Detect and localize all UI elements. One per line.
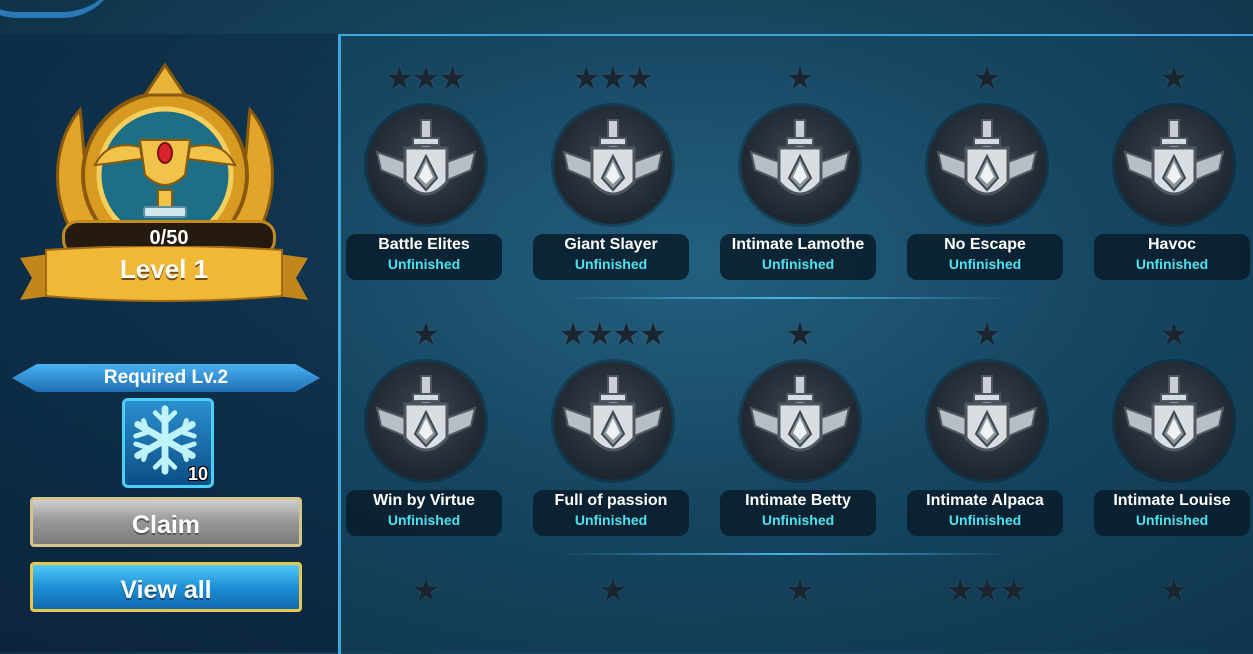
- star-icon: ★: [384, 60, 414, 96]
- medal-icon: [928, 362, 1046, 480]
- medal-icon: [554, 106, 672, 224]
- star-icon: ★: [972, 572, 1002, 608]
- required-level-banner: Required Lv.2: [12, 364, 320, 392]
- medal-icon: [1115, 362, 1233, 480]
- achievement-card[interactable]: ★ Win by Virtue Unfinished: [346, 318, 506, 536]
- achievement-name: No Escape: [944, 236, 1026, 253]
- achievement-card[interactable]: ★ Intimate Alpaca Unfinished: [907, 318, 1067, 536]
- achievement-status: Unfinished: [948, 256, 1022, 272]
- star-icon: ★: [1159, 316, 1189, 352]
- star-icon: ★: [411, 60, 441, 96]
- star-icon: ★: [411, 572, 441, 608]
- medal-icon: [554, 362, 672, 480]
- star-icon: ★: [945, 572, 975, 608]
- achievement-stars: ★★★★: [533, 318, 693, 350]
- achievement-card[interactable]: ★ Intimate Lamothe Unfinished: [720, 62, 880, 280]
- star-icon: ★: [598, 60, 628, 96]
- reward-count: 10: [187, 464, 208, 484]
- star-icon: ★: [571, 60, 601, 96]
- achievement-status: Unfinished: [1135, 256, 1209, 272]
- achievement-label: Intimate Louise Unfinished: [1094, 490, 1250, 536]
- achievement-name: Giant Slayer: [564, 236, 658, 253]
- medal-icon: [741, 106, 859, 224]
- star-icon: ★: [598, 572, 628, 608]
- star-icon: ★: [1159, 572, 1189, 608]
- achievement-label: Giant Slayer Unfinished: [533, 234, 689, 280]
- achievement-card[interactable]: ★ Intimate Louise Unfinished: [1094, 318, 1253, 536]
- achievement-label: Havoc Unfinished: [1094, 234, 1250, 280]
- achievement-label: Intimate Lamothe Unfinished: [720, 234, 876, 280]
- star-icon: ★: [625, 60, 655, 96]
- star-icon: ★: [972, 316, 1002, 352]
- claim-button[interactable]: Claim: [30, 497, 302, 547]
- achievement-stars: ★: [720, 574, 880, 606]
- star-icon: ★: [785, 60, 815, 96]
- achievement-label: Intimate Betty Unfinished: [720, 490, 876, 536]
- achievement-label: Win by Virtue Unfinished: [346, 490, 502, 536]
- achievement-label: Intimate Alpaca Unfinished: [907, 490, 1063, 536]
- achievement-status: Unfinished: [574, 256, 648, 272]
- achievement-label: Full of passion Unfinished: [533, 490, 689, 536]
- achievement-card[interactable]: ★★★ Giant Slayer Unfinished: [533, 62, 693, 280]
- star-icon: ★: [785, 316, 815, 352]
- achievement-stars: ★: [720, 62, 880, 94]
- achievement-label: Battle Elites Unfinished: [346, 234, 502, 280]
- achievement-status: Unfinished: [1135, 512, 1209, 528]
- achievement-card[interactable]: ★ Intimate Betty Unfinished: [720, 318, 880, 536]
- achievement-stars: ★: [907, 318, 1067, 350]
- star-icon: ★: [972, 60, 1002, 96]
- achievement-label: No Escape Unfinished: [907, 234, 1063, 280]
- achievement-card[interactable]: ★★★ Battle Elites Unfinished: [346, 62, 506, 280]
- achievement-name: Win by Virtue: [373, 492, 475, 509]
- achievement-stars: ★: [533, 574, 693, 606]
- star-icon: ★: [438, 60, 468, 96]
- achievement-stars: ★: [346, 574, 506, 606]
- achievement-card[interactable]: ★★★★ Full of passion Unfinished: [533, 318, 693, 536]
- achievement-status: Unfinished: [761, 512, 835, 528]
- star-icon: ★: [585, 316, 614, 352]
- achievement-stars: ★: [907, 62, 1067, 94]
- reward-item[interactable]: 10: [122, 398, 214, 488]
- achievement-stars: ★: [1094, 574, 1253, 606]
- achievement-name: Battle Elites: [378, 236, 470, 253]
- row-divider: [560, 297, 1010, 299]
- achievement-card[interactable]: ★ Havoc Unfinished: [1094, 62, 1253, 280]
- row-divider: [560, 553, 1010, 555]
- star-icon: ★: [612, 316, 641, 352]
- star-icon: ★: [785, 572, 815, 608]
- medal-icon: [928, 106, 1046, 224]
- achievement-stars: ★: [1094, 318, 1253, 350]
- achievement-card[interactable]: ★ No Escape Unfinished: [907, 62, 1067, 280]
- achievement-stars: ★★★: [346, 62, 506, 94]
- achievement-status: Unfinished: [761, 256, 835, 272]
- medal-icon: [367, 362, 485, 480]
- star-icon: ★: [638, 316, 668, 352]
- achievement-stars: ★★★: [533, 62, 693, 94]
- achievement-name: Intimate Louise: [1113, 492, 1231, 509]
- achievement-stars: ★: [346, 318, 506, 350]
- star-icon: ★: [1159, 60, 1189, 96]
- achievement-name: Full of passion: [554, 492, 668, 509]
- star-icon: ★: [411, 316, 441, 352]
- top-left-arc: [0, 0, 120, 18]
- achievement-stars: ★: [1094, 62, 1253, 94]
- view-all-button[interactable]: View all: [30, 562, 302, 612]
- achievement-stars: ★★★: [907, 574, 1067, 606]
- star-icon: ★: [558, 316, 588, 352]
- star-icon: ★: [999, 572, 1029, 608]
- achievement-status: Unfinished: [574, 512, 648, 528]
- achievement-name: Havoc: [1147, 236, 1197, 253]
- achievement-status: Unfinished: [387, 256, 461, 272]
- level-label: Level 1: [119, 254, 209, 284]
- achievement-name: Intimate Alpaca: [926, 492, 1044, 509]
- medal-icon: [367, 106, 485, 224]
- achievement-name: Intimate Betty: [745, 492, 851, 509]
- medal-icon: [741, 362, 859, 480]
- medal-icon: [1115, 106, 1233, 224]
- achievement-name: Intimate Lamothe: [731, 236, 865, 253]
- achievement-stars: ★: [720, 318, 880, 350]
- achievement-status: Unfinished: [948, 512, 1022, 528]
- achievement-status: Unfinished: [387, 512, 461, 528]
